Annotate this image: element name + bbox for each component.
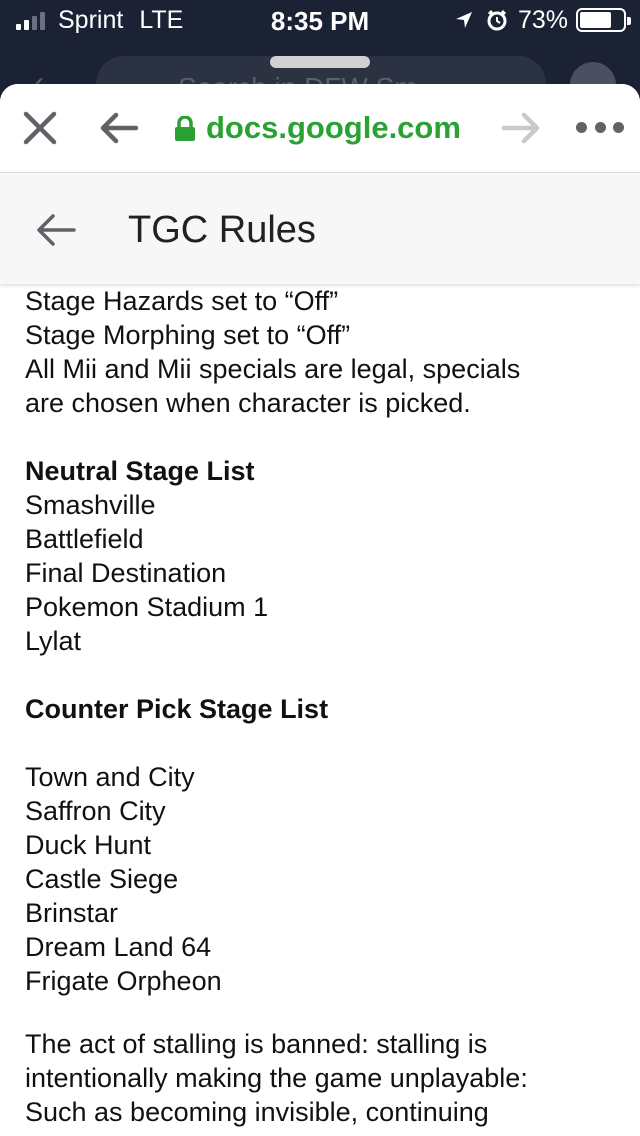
back-arrow-icon[interactable] xyxy=(100,112,138,144)
neutral-stage-heading: Neutral Stage List xyxy=(25,456,255,486)
sheet-grabber-handle[interactable] xyxy=(270,56,370,68)
neutral-stage-item: Smashville xyxy=(25,490,156,520)
url-label[interactable]: docs.google.com xyxy=(206,110,461,146)
counter-stage-item: Frigate Orpheon xyxy=(25,966,222,996)
lock-icon xyxy=(175,116,195,141)
battery-percent: 73% xyxy=(517,5,568,34)
neutral-stage-item: Battlefield xyxy=(25,524,144,554)
document-body: Stage Hazards set to “Off” Stage Morphin… xyxy=(25,284,625,1129)
status-bar: Sprint LTE 8:35 PM 73% xyxy=(0,0,640,40)
counter-stage-item: Castle Siege xyxy=(25,864,179,894)
alarm-icon xyxy=(487,9,507,31)
close-icon[interactable] xyxy=(22,110,58,146)
battery-level-fill xyxy=(580,12,611,28)
counter-stage-item: Dream Land 64 xyxy=(25,932,212,962)
rule-line: are chosen when character is picked. xyxy=(25,388,471,418)
stalling-paragraph-line: The act of stalling is banned: stalling … xyxy=(25,1029,488,1059)
neutral-stage-item: Lylat xyxy=(25,626,82,656)
browser-sheet: docs.google.com TGC Rules Stage Hazards … xyxy=(0,84,640,1136)
browser-toolbar: docs.google.com xyxy=(0,84,640,172)
counter-stage-item: Duck Hunt xyxy=(25,830,152,860)
docs-back-arrow-icon[interactable] xyxy=(36,213,76,247)
status-right: 73% xyxy=(454,5,631,34)
rule-line: All Mii and Mii specials are legal, spec… xyxy=(25,354,521,384)
location-arrow-icon xyxy=(455,12,472,28)
docs-header: TGC Rules xyxy=(0,172,640,284)
counter-stage-item: Brinstar xyxy=(25,898,119,928)
forward-arrow-icon[interactable] xyxy=(502,112,540,144)
stalling-paragraph-line: intentionally making the game unplayable… xyxy=(25,1063,528,1093)
document-title: TGC Rules xyxy=(128,209,316,251)
neutral-stage-item: Final Destination xyxy=(25,558,227,588)
neutral-stage-item: Pokemon Stadium 1 xyxy=(25,592,269,622)
more-dots-icon[interactable] xyxy=(576,122,624,134)
battery-icon xyxy=(576,8,631,32)
battery-tip xyxy=(627,17,631,25)
rule-line: Stage Hazards set to “Off” xyxy=(25,286,339,316)
rule-line: Stage Morphing set to “Off” xyxy=(25,320,351,350)
counter-stage-heading: Counter Pick Stage List xyxy=(25,694,329,724)
counter-stage-item: Town and City xyxy=(25,762,195,792)
counter-stage-item: Saffron City xyxy=(25,796,166,826)
stalling-paragraph-line: Such as becoming invisible, continuing xyxy=(25,1097,489,1127)
